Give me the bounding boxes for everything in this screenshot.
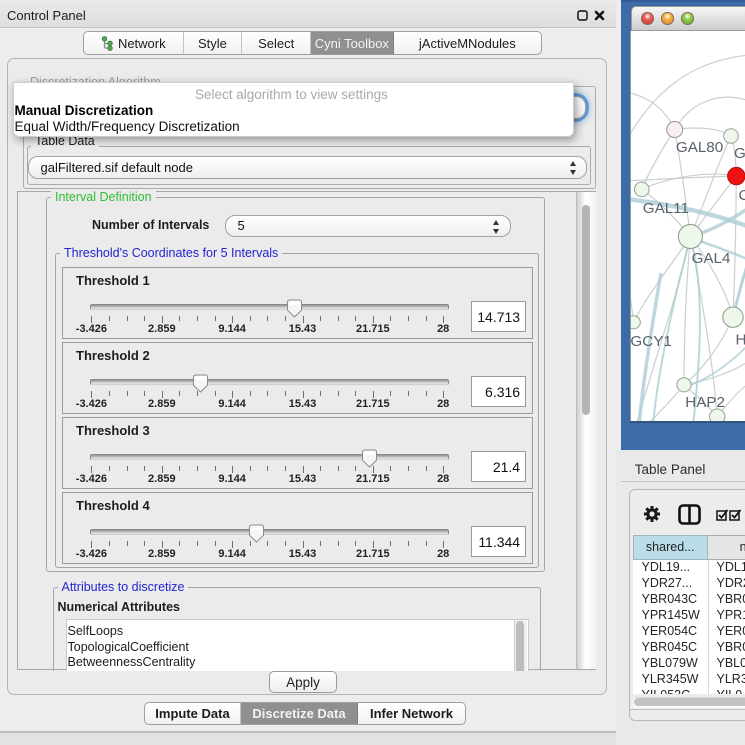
svg-text:GAL80: GAL80 (676, 139, 723, 156)
svg-text:C: C (739, 187, 745, 204)
svg-text:GCY1: GCY1 (631, 333, 672, 350)
svg-text:HAP2: HAP2 (685, 394, 725, 411)
svg-text:H: H (736, 332, 745, 349)
svg-text:GAL11: GAL11 (643, 200, 689, 217)
svg-text:GAL4: GAL4 (692, 250, 731, 267)
svg-text:GA: GA (734, 145, 745, 162)
